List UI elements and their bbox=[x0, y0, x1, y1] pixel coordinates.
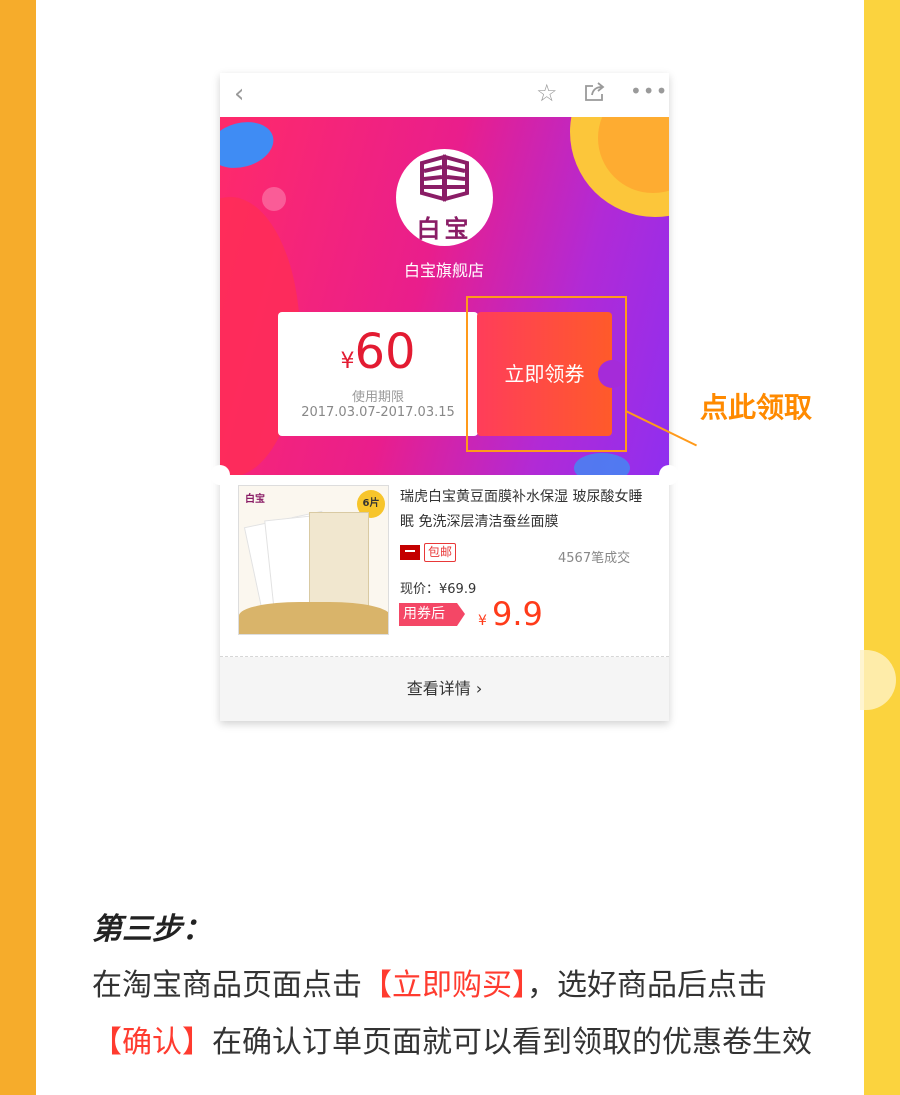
highlight-box bbox=[466, 296, 627, 452]
left-side-strip bbox=[0, 0, 36, 1095]
coupon-amount-number: 60 bbox=[354, 324, 416, 380]
top-bar: ‹ ☆ ••• bbox=[220, 73, 669, 117]
shop-logo-mark-icon bbox=[420, 154, 469, 202]
coupon-value: ¥60 使用期限 2017.03.07-2017.03.15 bbox=[278, 312, 478, 436]
ticket-notch-left bbox=[210, 465, 230, 485]
mask-pack-front bbox=[309, 512, 369, 612]
coupon-amount: ¥60 bbox=[278, 324, 478, 380]
step-highlight-buy: 【立即购买】 bbox=[362, 968, 527, 1003]
product-title[interactable]: 瑞虎白宝黄豆面膜补水保湿 玻尿酸女睡眠 免洗深层清洁蚕丝面膜 bbox=[400, 485, 650, 535]
product-image[interactable]: 白宝 6片 bbox=[238, 485, 389, 635]
soybeans bbox=[239, 602, 388, 634]
shop-name[interactable]: 白宝旗舰店 bbox=[344, 257, 544, 281]
step-text-c: 在确认订单页面就可以看到领取的优惠卷生效 bbox=[212, 1025, 812, 1060]
step-text-a: 在淘宝商品页面点击 bbox=[92, 968, 362, 1003]
final-price: ¥ 9.9 bbox=[478, 595, 543, 633]
step-body: 在淘宝商品页面点击【立即购买】，选好商品后点击【确认】在确认订单页面就可以看到领… bbox=[92, 957, 812, 1071]
more-icon[interactable]: ••• bbox=[630, 79, 668, 103]
free-shipping-badge: 包邮 bbox=[424, 543, 457, 562]
ticket-notch-right bbox=[659, 465, 679, 485]
chevron-right-icon: › bbox=[475, 679, 483, 698]
view-details-label: 查看详情 bbox=[406, 679, 471, 698]
view-details-button[interactable]: 查看详情 › bbox=[220, 657, 669, 721]
step-title: 第三步： bbox=[92, 912, 212, 947]
phone-screenshot: ‹ ☆ ••• 白宝 白宝旗舰店 ¥60 使用期限 2017.03.07-201… bbox=[220, 73, 669, 721]
final-price-currency: ¥ bbox=[478, 613, 487, 629]
shop-banner: 白宝 白宝旗舰店 ¥60 使用期限 2017.03.07-2017.03.15 … bbox=[220, 117, 669, 475]
coupon-valid-label: 使用期限 bbox=[351, 390, 404, 405]
after-coupon-tag: 用券后 bbox=[399, 603, 465, 626]
product-image-logo: 白宝 bbox=[245, 494, 265, 505]
decor-bubble bbox=[262, 187, 286, 211]
chevron-left-icon[interactable]: ‹ bbox=[234, 79, 244, 109]
coupon-valid-dates: 2017.03.07-2017.03.15 bbox=[301, 405, 455, 420]
share-icon[interactable] bbox=[584, 82, 606, 106]
step-highlight-confirm: 【确认】 bbox=[92, 1025, 212, 1060]
decor-blob-blue-bottom bbox=[574, 453, 630, 475]
current-price: 现价：¥69.9 bbox=[400, 582, 477, 597]
sales-count: 4567笔成交 bbox=[558, 551, 631, 566]
callout-text: 点此领取 bbox=[700, 391, 813, 424]
step-text-b: ，选好商品后点击 bbox=[527, 968, 767, 1003]
tmall-icon bbox=[400, 542, 420, 564]
final-price-number: 9.9 bbox=[492, 595, 543, 633]
shop-logo: 白宝 bbox=[396, 149, 493, 246]
coupon-currency: ¥ bbox=[340, 349, 355, 374]
decor-blob-blue bbox=[220, 117, 279, 175]
product-card[interactable]: 白宝 6片 瑞虎白宝黄豆面膜补水保湿 玻尿酸女睡眠 免洗深层清洁蚕丝面膜 包邮 … bbox=[220, 475, 669, 655]
star-icon[interactable]: ☆ bbox=[536, 79, 558, 107]
shop-logo-text: 白宝 bbox=[416, 215, 473, 243]
right-side-strip bbox=[864, 0, 900, 1095]
